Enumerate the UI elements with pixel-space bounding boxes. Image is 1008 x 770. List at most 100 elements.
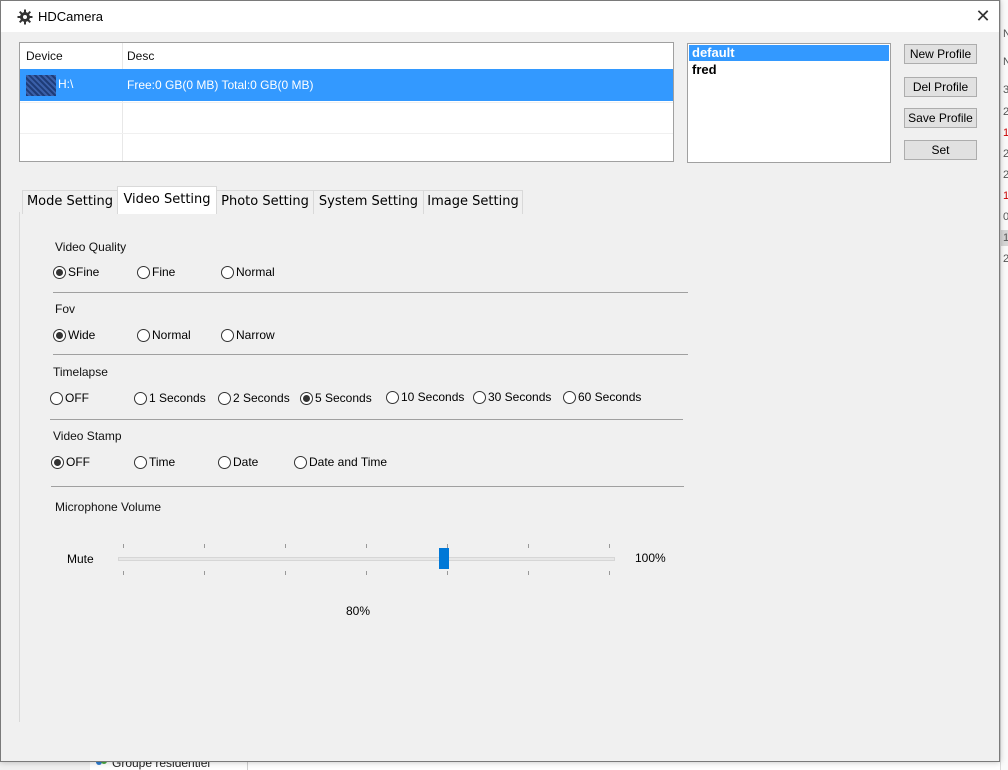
bg-text: 2 [1003,148,1008,160]
tab-panel-border [19,212,21,722]
radio-label: Time [149,455,176,469]
save-profile-button[interactable]: Save Profile [904,108,977,128]
bg-text: 1 [1003,232,1008,244]
radio-circle [137,266,150,279]
volume-value-label: 80% [346,604,371,618]
bg-text: 1 [1003,127,1008,139]
radio-label: Normal [152,328,191,342]
radio-label: Date [233,455,259,469]
hdcamera-window: HDCamera ✕ Device Desc H:\ Free:0 GB(0 M… [0,0,1000,762]
slider-tick [609,544,610,548]
bg-text: 3 [1003,84,1008,96]
section-divider [51,486,684,487]
video-quality-label: Video Quality [55,240,127,254]
gear-icon [17,9,33,25]
close-icon[interactable]: ✕ [967,1,999,32]
column-header-device[interactable]: Device [26,43,63,69]
radio-circle [221,329,234,342]
radio-label: Normal [236,265,275,279]
bg-text: 2 [1003,106,1008,118]
radio-label: SFine [68,265,100,279]
section-divider [53,354,688,355]
bg-text: 2 [1003,169,1008,181]
section-divider [50,419,683,420]
tab-image-setting[interactable]: Image Setting [423,190,523,214]
device-table[interactable]: Device Desc H:\ Free:0 GB(0 MB) Total:0 … [19,42,674,166]
max-volume-label: 100% [635,551,666,565]
radio-circle [221,266,234,279]
radio-circle [473,391,486,404]
tab-video-setting[interactable]: Video Setting [117,186,217,214]
slider-tick [204,544,205,548]
radio-label: 60 Seconds [578,390,642,404]
radio-circle [218,456,231,469]
volume-slider-track[interactable] [118,557,615,561]
radio-label: Narrow [236,328,275,342]
table-row-empty[interactable] [20,102,673,134]
radio-circle [134,456,147,469]
set-button[interactable]: Set [904,140,977,160]
fov-label: Fov [55,302,76,316]
radio-label: Date and Time [309,455,388,469]
desc-cell: Free:0 GB(0 MB) Total:0 GB(0 MB) [127,78,314,92]
sd-card-icon [26,75,56,96]
slider-tick [204,571,205,575]
slider-tick [609,571,610,575]
radio-label: OFF [65,391,89,405]
radio-circle [53,266,66,279]
radio-label: 10 Seconds [401,390,465,404]
bg-text: N [1003,28,1008,40]
video-stamp-label: Video Stamp [53,429,122,443]
slider-tick [528,571,529,575]
profile-list[interactable]: default fred [687,43,891,163]
title-bar[interactable]: HDCamera ✕ [1,1,999,32]
radio-label: 30 Seconds [488,390,552,404]
tab-system-setting[interactable]: System Setting [313,190,424,214]
slider-tick [285,544,286,548]
bg-text: N [1003,56,1008,68]
tab-mode-setting[interactable]: Mode Setting [22,190,118,214]
table-row-empty[interactable] [20,134,673,166]
profile-item-fred[interactable]: fred [689,62,889,78]
table-row[interactable]: H:\ Free:0 GB(0 MB) Total:0 GB(0 MB) [20,69,673,101]
del-profile-button[interactable]: Del Profile [904,77,977,97]
radio-label: OFF [66,455,90,469]
slider-tick [123,544,124,548]
column-header-desc[interactable]: Desc [127,43,154,69]
radio-label: Wide [68,328,96,342]
radio-circle [53,329,66,342]
radio-circle [386,391,399,404]
radio-label: 2 Seconds [233,391,290,405]
slider-tick [528,544,529,548]
tab-photo-setting[interactable]: Photo Setting [216,190,314,214]
radio-circle [137,329,150,342]
slider-tick [447,571,448,575]
profile-item-default[interactable]: default [689,45,889,61]
device-cell: H:\ [58,77,74,91]
radio-label: 1 Seconds [149,391,206,405]
radio-circle [300,392,313,405]
timelapse-label: Timelapse [53,365,108,379]
new-profile-button[interactable]: New Profile [904,44,977,64]
volume-slider-thumb[interactable] [439,548,449,569]
radio-circle [134,392,147,405]
radio-label: Fine [152,265,176,279]
bg-text: 0 [1003,211,1008,223]
radio-label: 5 Seconds [315,391,372,405]
radio-circle [51,456,64,469]
microphone-volume-label: Microphone Volume [55,500,162,514]
radio-circle [563,391,576,404]
radio-circle [50,392,63,405]
slider-tick [285,571,286,575]
window-title: HDCamera [38,9,104,24]
bg-text: 1 [1003,190,1008,202]
section-divider [53,292,688,293]
slider-tick [123,571,124,575]
bg-text: 2 [1003,253,1008,265]
radio-circle [218,392,231,405]
radio-circle [294,456,307,469]
slider-tick [366,571,367,575]
mute-label: Mute [67,552,94,566]
background-app-column: N N 3 2 1 2 2 1 0 1 2 [1000,0,1008,770]
slider-tick [366,544,367,548]
